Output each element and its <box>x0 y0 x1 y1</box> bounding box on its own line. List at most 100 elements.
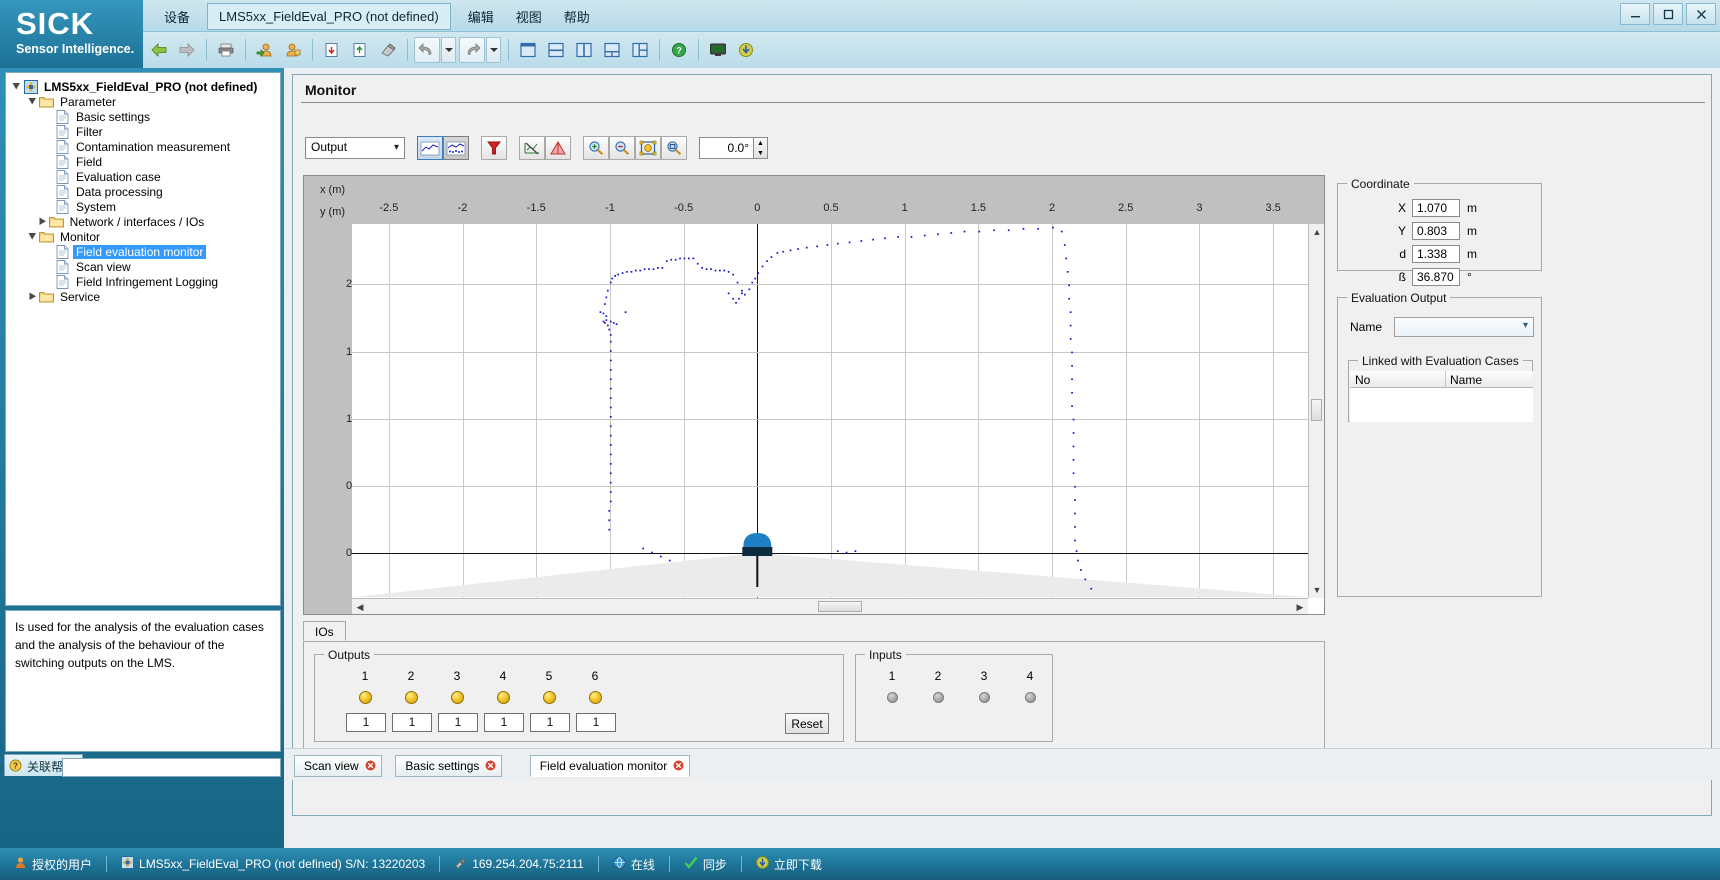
spin-down-icon[interactable]: ▼ <box>754 148 767 158</box>
upload-to-device-button[interactable] <box>319 37 345 63</box>
document-tab-0[interactable]: Scan view <box>294 755 382 777</box>
tree-node-12[interactable]: Scan view <box>10 259 280 274</box>
undo-button[interactable] <box>414 37 440 63</box>
user-button[interactable] <box>280 37 306 63</box>
undo-dropdown-button[interactable] <box>441 37 456 63</box>
close-button[interactable] <box>1686 3 1716 25</box>
close-icon[interactable] <box>485 760 496 771</box>
minimize-button[interactable] <box>1620 3 1650 25</box>
menu-item-4[interactable]: 帮助 <box>553 2 601 31</box>
output-value[interactable]: 1 <box>438 713 478 732</box>
coordinate-value[interactable]: 0.803 <box>1412 222 1460 240</box>
tree-expand-arrow-closed-icon[interactable] <box>26 290 39 303</box>
linked-cases-body[interactable] <box>1350 388 1533 422</box>
reset-button[interactable]: Reset <box>785 713 829 734</box>
layout-single-button[interactable] <box>515 37 541 63</box>
project-tree[interactable]: LMS5xx_FieldEval_PRO (not defined) Parame… <box>5 72 281 606</box>
tree-node-3[interactable]: Filter <box>10 124 280 139</box>
back-button[interactable] <box>146 37 172 63</box>
monitor-button[interactable] <box>705 37 731 63</box>
scroll-left-icon[interactable]: ◀ <box>352 599 368 615</box>
tree-node-7[interactable]: Data processing <box>10 184 280 199</box>
help-search-field[interactable] <box>62 758 281 777</box>
layout-vertical-split-button[interactable] <box>571 37 597 63</box>
vscroll-thumb[interactable] <box>1311 399 1322 421</box>
eval-name-combo[interactable]: ▾ <box>1394 317 1534 337</box>
output-value[interactable]: 1 <box>346 713 386 732</box>
clear-button[interactable] <box>375 37 401 63</box>
close-icon[interactable] <box>673 760 684 771</box>
layout-left-right-button[interactable] <box>627 37 653 63</box>
line-chart-button[interactable] <box>417 136 443 160</box>
output-value[interactable]: 1 <box>484 713 524 732</box>
field-area-button[interactable] <box>545 136 571 160</box>
zoom-in-button[interactable] <box>583 136 609 160</box>
scroll-right-icon[interactable]: ▶ <box>1292 599 1308 615</box>
coordinate-value[interactable]: 1.338 <box>1412 245 1460 263</box>
tree-node-6[interactable]: Evaluation case <box>10 169 280 184</box>
folder-icon <box>48 215 64 229</box>
document-tab-1[interactable]: Basic settings <box>395 755 503 777</box>
zoom-fit-button[interactable] <box>635 136 661 160</box>
tree-node-13[interactable]: Field Infringement Logging <box>10 274 280 289</box>
tree-node-5[interactable]: Field <box>10 154 280 169</box>
coordinate-unit: m <box>1467 224 1477 238</box>
tree-node-9[interactable]: Network / interfaces / IOs <box>10 214 280 229</box>
output-value[interactable]: 1 <box>530 713 570 732</box>
print-button[interactable] <box>213 37 239 63</box>
maximize-button[interactable] <box>1653 3 1683 25</box>
hide-scan-button[interactable] <box>519 136 545 160</box>
tree-node-11[interactable]: Field evaluation monitor <box>10 244 280 259</box>
output-value[interactable]: 1 <box>576 713 616 732</box>
zoom-region-button[interactable] <box>661 136 687 160</box>
spin-up-icon[interactable]: ▲ <box>754 138 767 148</box>
coordinate-value[interactable]: 36.870 <box>1412 268 1460 286</box>
rotation-value[interactable]: 0.0° <box>699 137 754 159</box>
tree-node-1[interactable]: Parameter <box>10 94 280 109</box>
download-from-device-button[interactable] <box>347 37 373 63</box>
tree-node-4[interactable]: Contamination measurement <box>10 139 280 154</box>
tree-node-2[interactable]: Basic settings <box>10 109 280 124</box>
show-field-button[interactable] <box>481 136 507 160</box>
layout-horizontal-split-button[interactable] <box>543 37 569 63</box>
tree-node-10[interactable]: Monitor <box>10 229 280 244</box>
scroll-up-icon[interactable]: ▲ <box>1309 224 1325 240</box>
tree-expand-arrow-open-icon[interactable] <box>10 80 23 93</box>
menu-item-0[interactable]: 设备 <box>153 2 201 31</box>
scan-plot[interactable]: x (m) y (m) -2.5 -2 -1.5 -1 -0.5 0 0.5 1 1.5 2 2.5… <box>303 175 1325 615</box>
redo-button[interactable] <box>459 37 485 63</box>
forward-button[interactable] <box>174 37 200 63</box>
menu-item-2[interactable]: 编辑 <box>457 2 505 31</box>
hscroll-thumb[interactable] <box>818 601 862 612</box>
scatter-chart-button[interactable] <box>443 136 469 160</box>
layout-top-bottom-button[interactable] <box>599 37 625 63</box>
tab-ios[interactable]: IOs <box>303 621 346 641</box>
plot-vertical-scrollbar[interactable]: ▲ ▼ <box>1308 224 1324 598</box>
tree-node-label: Field <box>76 154 103 169</box>
close-icon[interactable] <box>365 760 376 771</box>
help-button[interactable]: ? <box>666 37 692 63</box>
plot-horizontal-scrollbar[interactable]: ◀ ▶ <box>352 598 1308 614</box>
tree-expand-arrow-open-icon[interactable] <box>26 230 39 243</box>
tree-node-0[interactable]: LMS5xx_FieldEval_PRO (not defined) <box>10 79 280 94</box>
output-select[interactable]: Output ▾ <box>305 137 405 159</box>
tree-node-14[interactable]: Service <box>10 289 280 304</box>
tree-node-8[interactable]: System <box>10 199 280 214</box>
rotation-spinner[interactable]: 0.0° ▲ ▼ <box>699 137 768 159</box>
tree-expand-arrow-closed-icon[interactable] <box>36 215 49 228</box>
download-now-button[interactable] <box>733 37 759 63</box>
zoom-out-button[interactable] <box>609 136 635 160</box>
forward-arrow-icon <box>179 43 195 57</box>
menu-item-1[interactable]: LMS5xx_FieldEval_PRO (not defined) <box>207 2 451 30</box>
plot-canvas[interactable] <box>352 224 1308 598</box>
tree-expand-arrow-open-icon[interactable] <box>26 95 39 108</box>
output-value[interactable]: 1 <box>392 713 432 732</box>
redo-dropdown-button[interactable] <box>486 37 501 63</box>
coordinate-value[interactable]: 1.070 <box>1412 199 1460 217</box>
menu-item-3[interactable]: 视图 <box>505 2 553 31</box>
login-user-button[interactable] <box>252 37 278 63</box>
x-tick-label: -2.5 <box>379 202 399 214</box>
scroll-down-icon[interactable]: ▼ <box>1309 582 1325 598</box>
rotation-spin-buttons[interactable]: ▲ ▼ <box>754 137 768 159</box>
document-tab-2[interactable]: Field evaluation monitor <box>529 755 691 777</box>
